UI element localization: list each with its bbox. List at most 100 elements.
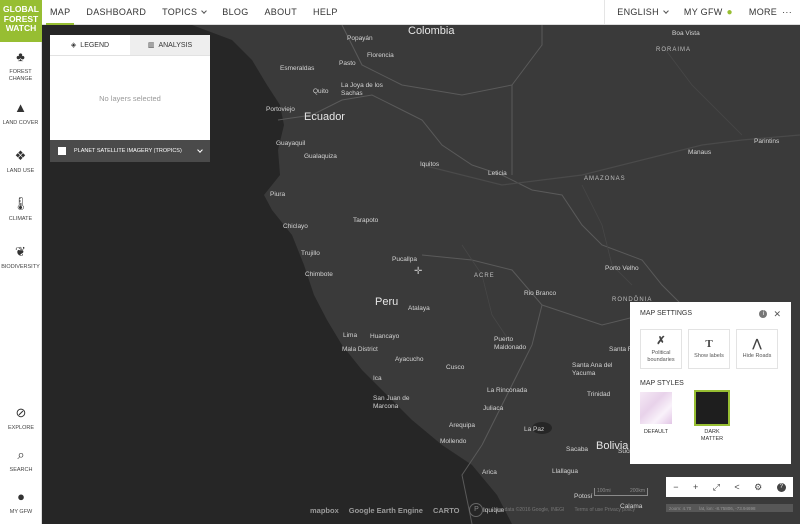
city-label: Popayán [347, 35, 373, 42]
city-label: Santa Ana del Yacuma [572, 362, 613, 377]
city-label: Mala District [342, 346, 378, 353]
coordinates-readout: zoom: 4.70 lat, lon: -8.75806, -73.94698 [666, 504, 793, 512]
boundaries-icon: ✗ [656, 335, 666, 347]
nav-about[interactable]: ABOUT [257, 0, 306, 24]
legend-panel: ◈ LEGEND ▥ ANALYSIS No layers selected P… [50, 35, 210, 162]
country-label: Peru [375, 296, 399, 308]
pine-icon: ▲ [14, 100, 27, 116]
sidebar-item-land-cover[interactable]: ▲ LAND COVER [0, 90, 41, 138]
share-icon[interactable]: < [734, 482, 739, 492]
region-label: RORAIMA [656, 47, 692, 53]
city-label: Gualaquiza [304, 153, 337, 160]
city-label: Tarapoto [353, 217, 379, 224]
sidebar-item-search[interactable]: ⌕ SEARCH [0, 440, 42, 482]
map-settings-panel: MAP SETTINGS i ✕ ✗ Political boundaries … [630, 302, 791, 464]
nav-map[interactable]: MAP [42, 0, 78, 25]
city-label: Pucallpa [392, 256, 417, 263]
city-label: Manaus [688, 149, 712, 156]
basemap-checkbox[interactable] [58, 147, 66, 155]
chevron-down-icon [201, 7, 208, 14]
chevron-down-icon [663, 7, 669, 14]
top-nav: MAP DASHBOARD TOPICS BLOG ABOUT HELP ENG… [42, 0, 800, 25]
city-label: Quito [313, 88, 329, 95]
tab-legend[interactable]: ◈ LEGEND [50, 35, 130, 55]
search-icon: ⌕ [17, 447, 25, 463]
city-label: Sacaba [566, 446, 589, 453]
user-icon: ● [726, 6, 733, 18]
city-label: Pasto [339, 60, 356, 67]
more-dots-icon: ··· [782, 7, 792, 17]
thermometer-icon: 🌡︎ [12, 196, 29, 212]
city-label: Leticia [488, 170, 507, 177]
nav-my-gfw[interactable]: MY GFW ● [676, 0, 741, 24]
carto-logo[interactable]: CARTO [433, 506, 460, 515]
language-selector[interactable]: ENGLISH [609, 0, 676, 24]
help-button[interactable]: ? [776, 482, 786, 492]
sidebar-item-my-gfw[interactable]: ● MY GFW [0, 482, 42, 524]
city-label: Portoviejo [266, 106, 295, 113]
city-label: Porto Velho [605, 265, 639, 272]
city-label: Lima [343, 332, 358, 339]
tree-icon: ♣ [16, 49, 25, 64]
sidebar-item-land-use[interactable]: ❖ LAND USE [0, 138, 41, 186]
nav-dashboard[interactable]: DASHBOARD [78, 0, 154, 24]
city-label: Atalaya [408, 305, 430, 312]
mapbox-logo[interactable]: mapbox [310, 506, 339, 515]
city-label: Iquitos [420, 161, 440, 168]
settings-button[interactable]: ⚙ [754, 482, 762, 492]
compass-icon: ⊘ [15, 405, 27, 421]
sidebar-item-biodiversity[interactable]: ❦ BIODIVERSITY [0, 234, 41, 282]
paw-icon: ❦ [15, 244, 26, 260]
legend-empty-message: No layers selected [99, 93, 161, 103]
close-icon[interactable]: ✕ [773, 310, 781, 319]
fullscreen-button[interactable]: ⤢ [713, 482, 720, 492]
nav-more[interactable]: MORE ··· [741, 0, 800, 24]
crosshair-icon: ✛ [414, 266, 423, 277]
city-label: La Joya de los Sachas [341, 82, 383, 97]
city-label: Arica [482, 469, 497, 476]
city-label: Florencia [367, 52, 394, 59]
toggle-hide-roads[interactable]: ⋀ Hide Roads [736, 329, 778, 369]
city-label: Ica [373, 375, 382, 382]
layers-icon: ◈ [70, 42, 77, 49]
city-label: La Rinconada [487, 387, 528, 394]
info-icon[interactable]: i [759, 310, 768, 318]
toggle-show-labels[interactable]: T Show labels [688, 329, 730, 369]
city-label: Huancayo [370, 333, 400, 340]
basemap-row[interactable]: PLANET SATELLITE IMAGERY (TROPICS) [50, 140, 210, 162]
nav-help[interactable]: HELP [305, 0, 346, 24]
city-label: Boa Vista [672, 30, 700, 37]
sidebar-item-climate[interactable]: 🌡︎ CLIMATE [0, 186, 41, 234]
style-thumbnail [640, 392, 672, 424]
style-default[interactable]: DEFAULT [640, 392, 672, 442]
gfw-logo[interactable]: GLOBAL FOREST WATCH [0, 0, 42, 42]
toggle-political-boundaries[interactable]: ✗ Political boundaries [640, 329, 682, 369]
chart-icon: ▥ [147, 42, 155, 49]
city-label: Guayaquil [276, 140, 306, 147]
zoom-out-button[interactable]: − [673, 482, 678, 492]
sidebar-item-explore[interactable]: ⊘ EXPLORE [0, 398, 42, 440]
planet-logo[interactable]: P [469, 503, 484, 517]
city-label: Chimbote [305, 271, 333, 278]
nav-topics[interactable]: TOPICS [154, 0, 214, 24]
city-label: Arequipa [449, 422, 476, 429]
city-label: Juliaca [483, 405, 504, 412]
sidebar-item-forest-change[interactable]: ♣ FOREST CHANGE [0, 42, 41, 90]
style-dark-matter[interactable]: DARK MATTER [694, 390, 730, 442]
zoom-in-button[interactable]: + [693, 482, 698, 492]
map-scale: 100mi 200km [594, 488, 648, 496]
map-controls: − + ⤢ < ⚙ ? [666, 477, 793, 497]
terms-link[interactable]: Terms of use Privacy policy [574, 507, 635, 513]
city-label: Piura [270, 191, 286, 198]
tab-analysis[interactable]: ▥ ANALYSIS [130, 35, 210, 55]
google-earth-engine-logo[interactable]: Google Earth Engine [349, 506, 423, 515]
city-label: Potosí [574, 493, 593, 500]
city-label: Chiclayo [283, 223, 308, 230]
nav-blog[interactable]: BLOG [214, 0, 256, 24]
city-label: Ayacucho [395, 356, 424, 363]
sidebar: GLOBAL FOREST WATCH ♣ FOREST CHANGE ▲ LA… [0, 0, 42, 524]
chevron-down-icon[interactable] [197, 146, 203, 153]
road-icon: ⋀ [752, 338, 762, 351]
city-label: Trinidad [587, 391, 611, 398]
map-data-credit: Map data ©2016 Google, INEGI [493, 507, 565, 513]
